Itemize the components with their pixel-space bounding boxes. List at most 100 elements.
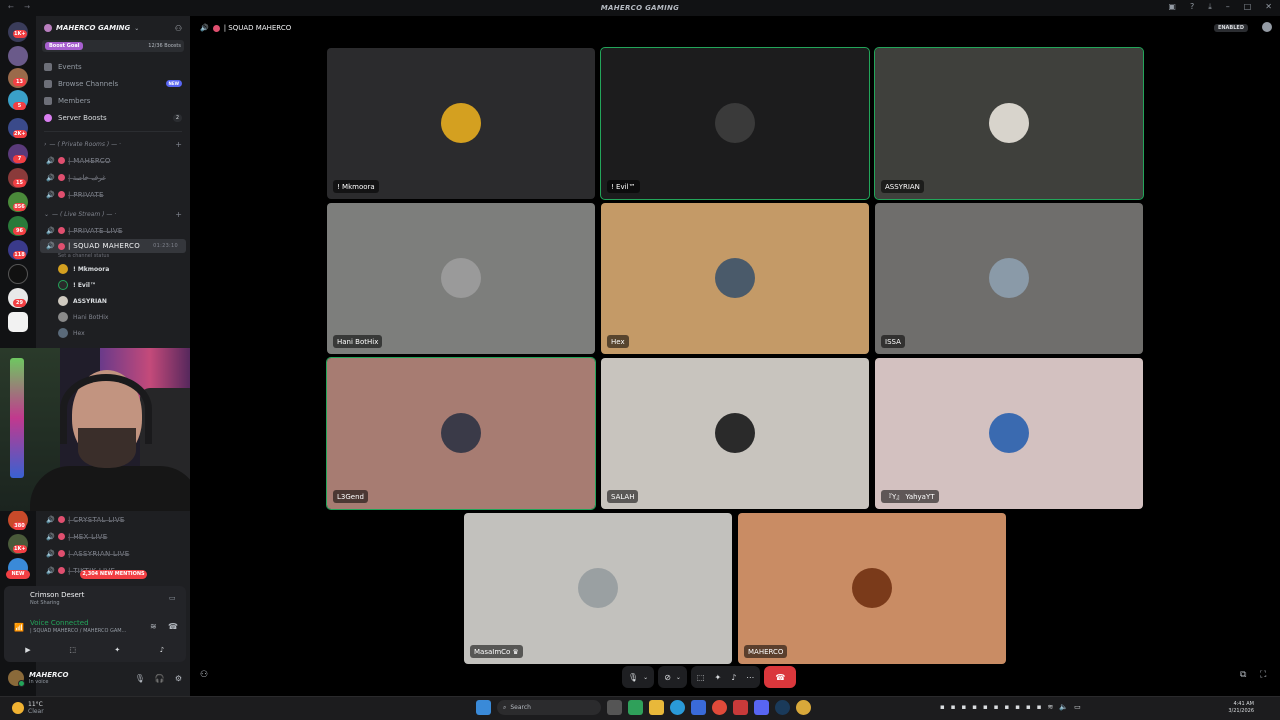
maximize-button[interactable]: □ [1244,2,1252,12]
channel-status-prompt[interactable]: Set a channel status [36,253,190,261]
taskbar-search[interactable]: ⌕ Search [497,700,601,715]
camera-button[interactable]: ⊘ ⌄ [658,666,687,688]
fullscreen-icon[interactable]: ⛶ [1260,670,1266,680]
participant-tile[interactable]: Hex [601,203,869,354]
leave-call-button[interactable]: ☎ [764,666,797,688]
mute-button[interactable]: 🎙 ⌄ [622,666,655,688]
tray-app-icon[interactable]: ▪ [940,703,945,711]
avatar[interactable] [8,670,25,687]
download-icon[interactable]: ⤓ [1208,2,1212,12]
disconnect-icon[interactable]: ☎ [168,622,178,631]
discord-icon[interactable] [754,700,769,715]
camera-button[interactable]: ▶ [10,644,46,656]
tray-app-icon[interactable]: ▪ [1026,703,1031,711]
voice-channel[interactable]: 🔊 | PRIVATE LIVE [36,222,190,239]
microphone-icon[interactable]: 🎙 [135,674,145,683]
edge-icon[interactable] [670,700,685,715]
participant-tile[interactable]: SALAH [601,358,869,509]
inbox-icon[interactable]: ▣ [1168,2,1176,12]
participant-tile[interactable]: 『Y』 YahyaYT [875,358,1143,509]
invite-people-icon[interactable]: ⚇ [175,24,182,33]
tray-app-icon[interactable]: ▪ [1037,703,1042,711]
events-item[interactable]: Events [36,58,190,75]
user-info[interactable]: MAHERCO In voice [29,671,69,685]
participant-tile[interactable]: ASSYRIAN [874,47,1144,200]
new-mentions-pill[interactable]: 2,304 NEW MENTIONS [80,570,147,579]
file-explorer-icon[interactable] [649,700,664,715]
voice-channel[interactable]: 🔊 | غرف خاصة [36,169,190,186]
voice-channel[interactable]: 🔊 | ASSYRIAN LIVE [36,545,190,562]
chat-icon[interactable] [1262,22,1272,32]
soundboard-icon[interactable]: ♪ [731,673,736,682]
tray-app-icon[interactable]: ▪ [1015,703,1020,711]
screen-share-icon[interactable]: ⬚ [697,673,705,682]
category-private-rooms[interactable]: › — ( Private Rooms ) — · + [36,137,190,152]
active-voice-channel[interactable]: 🔊 | SQUAD MAHERCO 01:23:10 [40,239,186,253]
voice-user[interactable]: Hex [36,325,190,341]
participant-tile[interactable]: ! Evil™ [600,47,870,200]
boost-goal-bar[interactable]: Boost Goal 12/36 Boosts [42,40,184,52]
voice-user[interactable]: ASSYRIAN [36,293,190,309]
add-friends-icon[interactable]: ⚇ [200,670,208,680]
activities-button[interactable]: ✦ [99,644,135,656]
server-header[interactable]: MAHERCO GAMING ⌄ ⚇ [36,16,190,40]
settings-icon[interactable]: ⚙ [175,674,182,683]
app-icon[interactable] [796,700,811,715]
server-boosts-item[interactable]: Server Boosts 2 [36,109,190,126]
add-channel-icon[interactable]: + [175,140,182,149]
activities-icon[interactable]: ✦ [714,673,721,682]
voice-channel[interactable]: 🔊 | CRYSTAL LIVE [36,511,190,528]
help-icon[interactable]: ? [1190,2,1194,12]
enabled-badge[interactable]: ENABLED [1213,24,1248,32]
add-channel-icon[interactable]: + [175,210,182,219]
voice-user[interactable]: ! Evil™ [36,277,190,293]
server-icon[interactable] [8,312,28,332]
popout-icon[interactable]: ⧉ [1240,670,1246,680]
battery-icon[interactable]: ▭ [1074,703,1081,711]
app-icon[interactable] [733,700,748,715]
task-view-icon[interactable] [607,700,622,715]
voice-connected-label[interactable]: Voice Connected [30,619,89,627]
taskbar-clock[interactable]: 4:41 AM 3/21/2026 [1228,701,1254,715]
voice-channel[interactable]: 🔊 | MAHERCO [36,152,190,169]
voice-channel[interactable]: 🔊 | PRIVATE [36,186,190,203]
volume-icon[interactable]: 🔈 [1059,703,1068,711]
server-icon[interactable] [8,46,28,66]
voice-channel-path[interactable]: | SQUAD MAHERCO / MAHERCO GAM... [30,628,126,634]
soundboard-button[interactable]: ♪ [144,644,180,656]
chrome-icon[interactable] [712,700,727,715]
steam-icon[interactable] [775,700,790,715]
more-icon[interactable]: ⋯ [746,673,754,682]
headphones-icon[interactable]: 🎧 [155,674,165,683]
noise-suppression-icon[interactable]: ≋ [150,622,157,631]
tray-app-icon[interactable]: ▪ [951,703,956,711]
share-screen-icon[interactable]: ▭ [169,594,176,602]
voice-user[interactable]: ! Mkmoora [36,261,190,277]
category-live-stream[interactable]: ⌄ — ( Live Stream ) — · + [36,207,190,222]
new-unreads-pill[interactable]: NEW [6,570,30,579]
participant-tile[interactable]: ! Mkmoora [327,48,595,199]
history-nav-icons[interactable]: ← → [8,3,34,11]
participant-tile[interactable]: Hani BotHix [327,203,595,354]
voice-channel[interactable]: 🔊 | HEX LIVE [36,528,190,545]
store-icon[interactable] [691,700,706,715]
weather-widget[interactable]: 11°C Clear [28,701,44,715]
participant-tile[interactable]: MAHERCO [738,513,1006,664]
tray-app-icon[interactable]: ▪ [972,703,977,711]
copilot-icon[interactable] [628,700,643,715]
wifi-icon[interactable]: ≋ [1048,703,1054,711]
participant-tile[interactable]: MasaImCo ♛ [464,513,732,664]
close-button[interactable]: ✕ [1265,2,1272,12]
server-icon[interactable] [8,264,28,284]
windows-start-icon[interactable] [476,700,491,715]
browse-channels-item[interactable]: Browse Channels NEW [36,75,190,92]
voice-user[interactable]: Hani BotHix [36,309,190,325]
tray-app-icon[interactable]: ▪ [983,703,988,711]
participant-tile[interactable]: ISSA [875,203,1143,354]
tray-app-icon[interactable]: ▪ [962,703,967,711]
members-item[interactable]: Members [36,92,190,109]
tray-app-icon[interactable]: ▪ [994,703,999,711]
participant-tile[interactable]: L3Gend [326,357,596,510]
screen-share-button[interactable]: ⬚ [55,644,91,656]
minimize-button[interactable]: – [1226,2,1230,12]
